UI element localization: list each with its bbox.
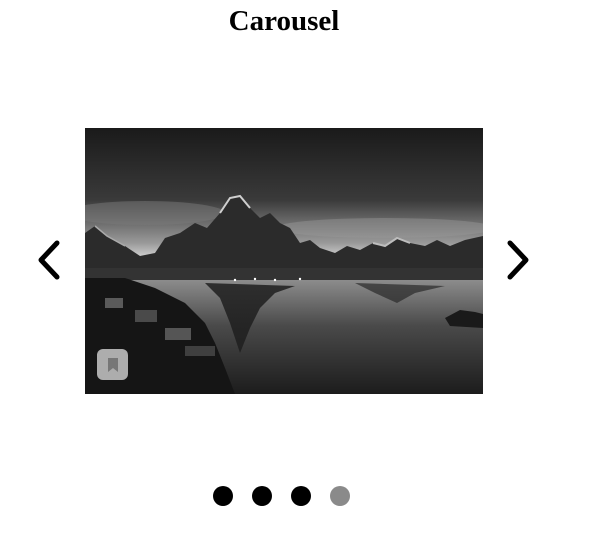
- prev-slide-button[interactable]: [33, 238, 67, 282]
- pagination-dot[interactable]: [213, 486, 233, 506]
- pagination-dot[interactable]: [291, 486, 311, 506]
- carousel-pagination: [213, 486, 350, 506]
- bookmark-button[interactable]: [97, 349, 128, 380]
- pagination-dot[interactable]: [252, 486, 272, 506]
- bookmark-icon: [107, 357, 118, 372]
- chevron-right-icon: [507, 240, 529, 280]
- mountain-lake-photo: [85, 128, 483, 394]
- page-title: Carousel: [228, 5, 340, 37]
- next-slide-button[interactable]: [500, 238, 534, 282]
- carousel-slide-image: [85, 128, 483, 394]
- chevron-left-icon: [38, 240, 60, 280]
- pagination-dot[interactable]: [330, 486, 350, 506]
